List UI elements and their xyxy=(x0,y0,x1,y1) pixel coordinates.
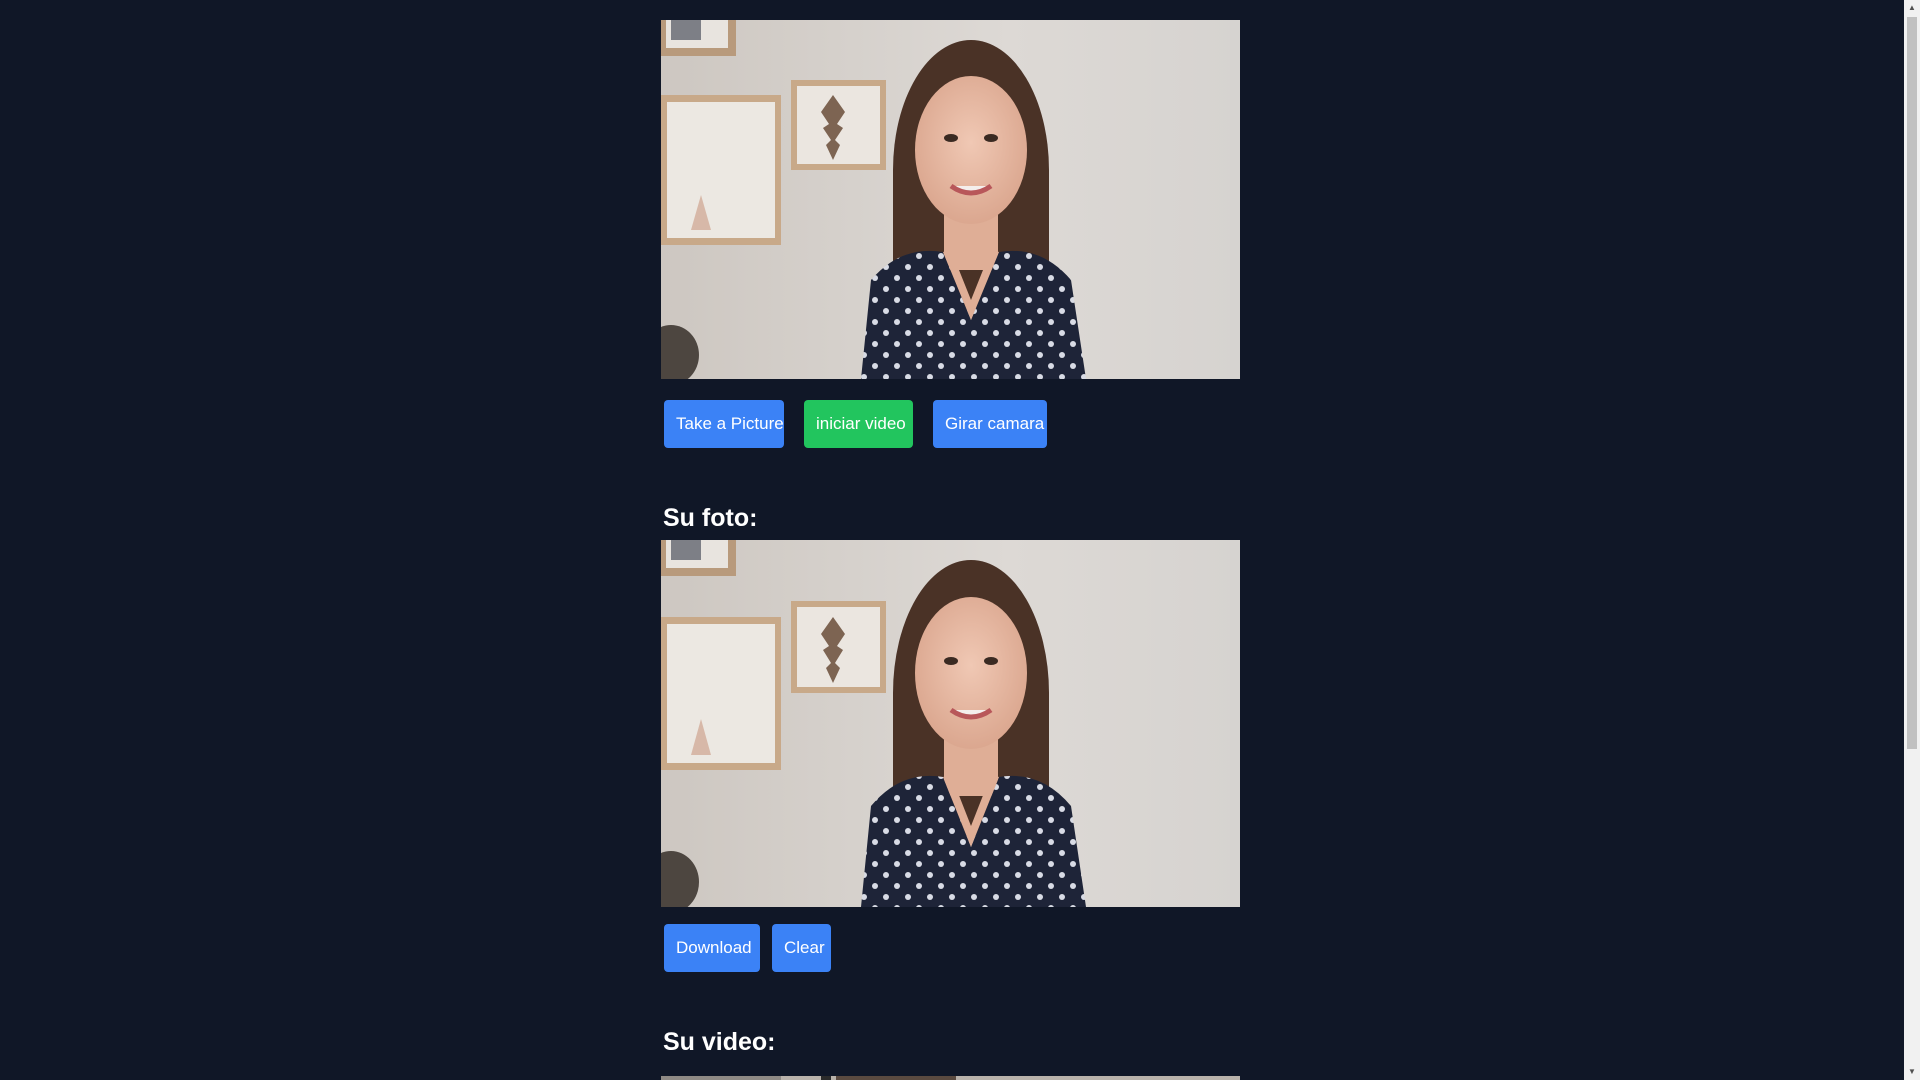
recorded-video[interactable] xyxy=(661,1076,1240,1080)
page: Take a Picture iniciar video Girar camar… xyxy=(0,0,1920,1080)
clear-button[interactable]: Clear xyxy=(772,924,831,972)
recorded-video-image xyxy=(661,1076,1240,1080)
rotate-camera-button[interactable]: Girar camara xyxy=(933,400,1047,448)
vertical-scrollbar[interactable]: ▲ ▼ xyxy=(1904,0,1920,1080)
camera-view xyxy=(661,20,1240,379)
scrollbar-thumb[interactable] xyxy=(1907,17,1917,749)
start-video-button[interactable]: iniciar video xyxy=(804,400,913,448)
video-section-heading: Su video: xyxy=(663,1028,776,1056)
photo-section-heading: Su foto: xyxy=(663,504,758,532)
captured-photo xyxy=(661,540,1240,907)
download-button[interactable]: Download xyxy=(664,924,760,972)
captured-photo-image xyxy=(661,540,1240,907)
scroll-down-arrow-icon[interactable]: ▼ xyxy=(1904,1064,1920,1080)
camera-feed-image xyxy=(661,20,1240,379)
scroll-up-arrow-icon[interactable]: ▲ xyxy=(1904,0,1920,16)
take-picture-button[interactable]: Take a Picture xyxy=(664,400,784,448)
